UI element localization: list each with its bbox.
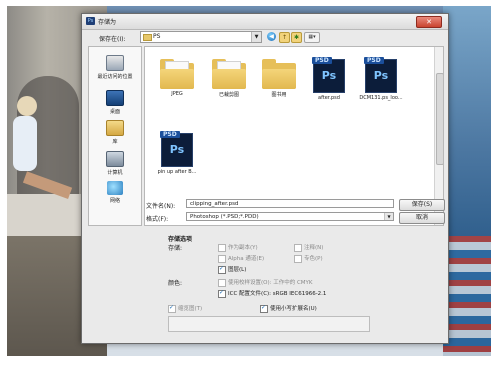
list-item[interactable]: PSD Ps after.psd (303, 57, 355, 101)
file-name: 已裁剪图 (218, 92, 239, 98)
file-name: after.psd (318, 95, 340, 101)
library-icon (106, 120, 124, 136)
back-button[interactable]: ◀ (267, 32, 276, 41)
location-value: PS (153, 33, 161, 40)
use-proof-setup-checkbox[interactable]: 使用校样设置(O): 工作中的 CMYK (218, 278, 313, 287)
filename-input[interactable]: clipping_after.psd (186, 199, 394, 208)
title-bar: Ps 存储为 ✕ (82, 14, 448, 30)
sidebar-item-recent[interactable]: 最近访问的位置 (89, 55, 141, 80)
lowercase-extension-checkbox[interactable]: 使用小写扩展名(U) (260, 304, 317, 313)
list-item[interactable]: 图书用 (253, 59, 305, 98)
sidebar-item-desktop[interactable]: 桌面 (89, 90, 141, 115)
format-dropdown[interactable]: Photoshop (*.PSD;*.PDD) ▼ (186, 212, 394, 221)
save-button[interactable]: 保存(S) (399, 199, 445, 211)
close-button[interactable]: ✕ (416, 16, 442, 28)
thumbnail-checkbox[interactable]: 缩览图(T) (168, 304, 202, 313)
layers-checkbox[interactable]: 图层(L) (218, 265, 246, 274)
spot-color-checkbox[interactable]: 专色(P) (294, 254, 323, 263)
file-name: JPEG (171, 91, 183, 97)
sidebar-item-label: 最近访问的位置 (97, 74, 133, 80)
sidebar-item-label: 桌面 (109, 109, 120, 115)
computer-icon (106, 151, 124, 167)
cancel-button[interactable]: 取消 (399, 212, 445, 224)
format-value: Photoshop (*.PSD;*.PDD) (190, 214, 259, 220)
warning-area (168, 316, 370, 332)
chevron-down-icon[interactable]: ▼ (384, 213, 393, 220)
sidebar-item-network[interactable]: 网络 (89, 181, 141, 204)
file-name: DCM131.ps_loo... (359, 95, 403, 101)
format-label: 格式(F): (146, 216, 169, 223)
sidebar-item-label: 计算机 (107, 170, 123, 176)
location-dropdown[interactable]: PS ▼ (140, 31, 262, 43)
notes-checkbox[interactable]: 注释(N) (294, 243, 323, 252)
background-person-body (13, 116, 37, 171)
background-boats (443, 236, 491, 356)
up-folder-button[interactable]: ↑ (279, 32, 290, 43)
scrollbar-thumb[interactable] (436, 73, 443, 165)
sidebar-item-computer[interactable]: 计算机 (89, 151, 141, 176)
psd-file-icon: PSD Ps (160, 131, 193, 167)
alpha-channel-checkbox[interactable]: Alpha 通道(E) (218, 254, 264, 263)
file-name: 图书用 (271, 92, 287, 98)
filename-label: 文件名(N): (146, 203, 176, 210)
background-person (17, 96, 37, 116)
photoshop-app-icon: Ps (86, 17, 95, 25)
folder-icon (212, 59, 246, 89)
folder-icon (262, 59, 296, 89)
save-in-label: 保存在(I): (99, 36, 126, 43)
storage-label: 存储: (168, 245, 183, 252)
sidebar-item-library[interactable]: 库 (89, 120, 141, 145)
list-item[interactable]: PSD Ps DCM131.ps_loo... (355, 57, 407, 101)
psd-file-icon: PSD Ps (312, 57, 345, 93)
sidebar-item-label: 网络 (109, 198, 120, 204)
network-icon (107, 181, 123, 195)
folder-icon (160, 59, 194, 89)
dialog-title: 存储为 (98, 19, 117, 26)
screenshot-frame: Ps 存储为 ✕ 保存在(I): PS ▼ ◀ ↑ ✱ ▦▾ 最近访问的位置 桌… (7, 6, 491, 356)
as-copy-checkbox[interactable]: 作为副本(Y) (218, 243, 258, 252)
file-name: pin up after B... (157, 169, 197, 175)
list-item[interactable]: PSD Ps pin up after B... (151, 131, 203, 175)
new-folder-button[interactable]: ✱ (291, 32, 302, 43)
location-bar: 保存在(I): PS ▼ ◀ ↑ ✱ ▦▾ (82, 30, 448, 44)
recent-places-icon (106, 55, 124, 71)
list-item[interactable]: JPEG (151, 59, 203, 97)
save-as-dialog: Ps 存储为 ✕ 保存在(I): PS ▼ ◀ ↑ ✱ ▦▾ 最近访问的位置 桌… (81, 13, 449, 344)
color-label: 颜色: (168, 280, 183, 287)
sidebar-item-label: 库 (112, 139, 118, 145)
psd-file-icon: PSD Ps (364, 57, 397, 93)
desktop-icon (106, 90, 124, 106)
save-options-title: 存储选项 (168, 236, 193, 243)
icc-profile-checkbox[interactable]: ICC 配置文件(C): sRGB IEC61966-2.1 (218, 289, 326, 298)
places-sidebar: 最近访问的位置 桌面 库 计算机 网络 (88, 46, 142, 226)
folder-icon (143, 34, 152, 41)
chevron-down-icon[interactable]: ▼ (251, 32, 261, 42)
view-menu-button[interactable]: ▦▾ (304, 32, 320, 43)
list-item[interactable]: 已裁剪图 (203, 59, 255, 98)
